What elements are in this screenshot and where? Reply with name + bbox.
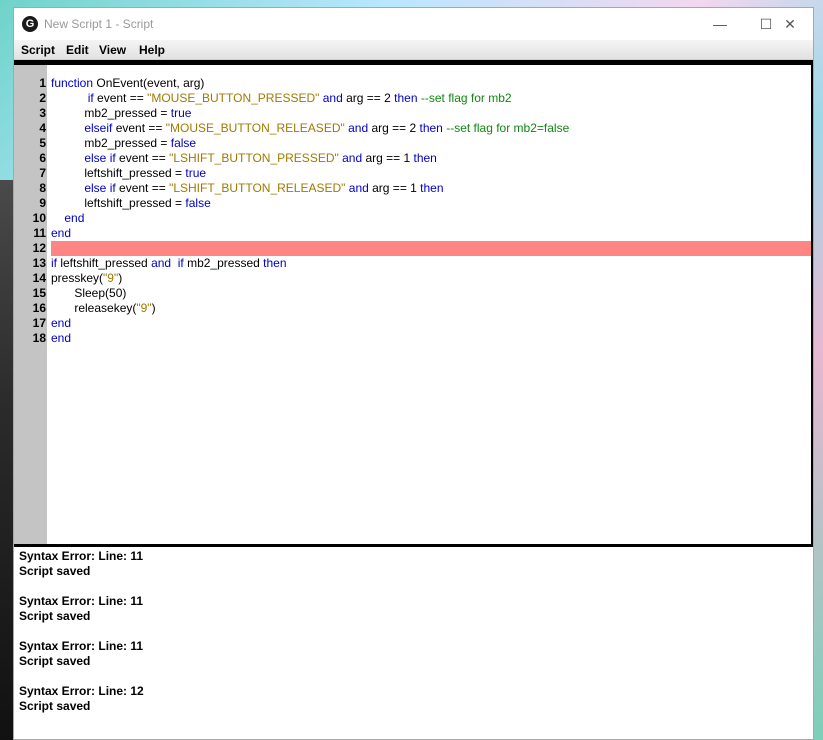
code-text: leftshift_pressed = false — [51, 196, 211, 210]
code-line[interactable]: 11 end — [14, 226, 813, 241]
line-number: 4 — [39, 121, 46, 135]
editor-right-border — [811, 60, 813, 545]
code-text: function OnEvent(event, arg) — [51, 76, 205, 90]
logitech-g-logo-icon: G — [22, 16, 38, 32]
code-text: end — [51, 331, 72, 345]
line-number: 6 — [39, 151, 46, 165]
code-line[interactable]: 2 if event == "MOUSE_BUTTON_PRESSED" and… — [14, 91, 813, 106]
code-line[interactable]: 6 else if event == "LSHIFT_BUTTON_PRESSE… — [14, 151, 813, 166]
error-line-highlight — [51, 241, 813, 256]
output-line: Script saved — [19, 564, 91, 578]
title-bar[interactable]: G New Script 1 - Script — ☐ ✕ — [14, 8, 813, 40]
code-line[interactable]: 17 end — [14, 316, 813, 331]
output-line: Script saved — [19, 609, 91, 623]
code-line[interactable]: 8 else if event == "LSHIFT_BUTTON_RELEAS… — [14, 181, 813, 196]
desktop-background — [0, 180, 14, 740]
code-line[interactable]: 5 mb2_pressed = false — [14, 136, 813, 151]
output-line: Script saved — [19, 699, 91, 713]
line-number: 1 — [39, 76, 46, 90]
code-line[interactable]: 18 end — [14, 331, 813, 346]
line-number: 9 — [39, 196, 46, 210]
menu-help[interactable]: Help — [139, 43, 165, 57]
code-text: if event == "MOUSE_BUTTON_PRESSED" and a… — [87, 91, 512, 105]
code-text: leftshift_pressed = true — [51, 166, 207, 180]
code-line[interactable]: 16 releasekey("9") — [14, 301, 813, 316]
code-text: releasekey("9") — [51, 301, 156, 315]
line-number: 3 — [39, 106, 46, 120]
code-line[interactable]: 15 Sleep(50) — [14, 286, 813, 301]
code-line[interactable]: 7 leftshift_pressed = true — [14, 166, 813, 181]
output-line: Syntax Error: Line: 12 — [19, 684, 144, 698]
line-number: 10 — [32, 211, 46, 225]
code-line[interactable]: 3 mb2_pressed = true — [14, 106, 813, 121]
close-button[interactable]: ✕ — [767, 8, 813, 40]
code-text: else if event == "LSHIFT_BUTTON_RELEASED… — [84, 181, 444, 195]
output-line: Syntax Error: Line: 11 — [19, 549, 144, 563]
line-number: 2 — [39, 91, 46, 105]
line-number: 11 — [33, 226, 46, 240]
code-editor[interactable]: 1 function OnEvent(event, arg) 2 if event … — [14, 65, 813, 544]
line-number: 18 — [32, 331, 46, 345]
line-number: 17 — [32, 316, 46, 330]
code-text: end — [51, 316, 72, 330]
code-text: end — [64, 211, 85, 225]
code-text: elseif event == "MOUSE_BUTTON_RELEASED" … — [84, 121, 570, 135]
line-number: 8 — [39, 181, 46, 195]
code-text: presskey("9") — [51, 271, 123, 285]
script-editor-window: G New Script 1 - Script — ☐ ✕ Script Edi… — [13, 7, 814, 740]
line-number: 16 — [32, 301, 46, 315]
output-line: Syntax Error: Line: 11 — [19, 639, 144, 653]
code-line[interactable]: 12 — [14, 241, 813, 256]
code-text: mb2_pressed = false — [51, 136, 197, 150]
line-number: 15 — [32, 286, 46, 300]
line-number: 14 — [32, 271, 46, 285]
code-text: Sleep(50) — [51, 286, 127, 300]
line-number: 5 — [39, 136, 46, 150]
line-number: 12 — [32, 241, 46, 255]
output-line: Script saved — [19, 654, 91, 668]
code-line[interactable]: 14 presskey("9") — [14, 271, 813, 286]
window-title: New Script 1 - Script — [44, 17, 154, 31]
code-line[interactable]: 9 leftshift_pressed = false — [14, 196, 813, 211]
code-text: else if event == "LSHIFT_BUTTON_PRESSED"… — [84, 151, 437, 165]
code-text: mb2_pressed = true — [51, 106, 192, 120]
menu-script[interactable]: Script — [21, 43, 55, 57]
menu-view[interactable]: View — [99, 43, 126, 57]
code-line[interactable]: 4 elseif event == "MOUSE_BUTTON_RELEASED… — [14, 121, 813, 136]
output-line: Syntax Error: Line: 11 — [19, 594, 144, 608]
code-line[interactable]: 13 if leftshift_pressed and if mb2_presse… — [14, 256, 813, 271]
code-line[interactable]: 10 end — [14, 211, 813, 226]
code-line[interactable]: 1 function OnEvent(event, arg) — [14, 76, 813, 91]
line-number: 7 — [39, 166, 46, 180]
minimize-button[interactable]: — — [697, 8, 743, 40]
menu-bar: Script Edit View Help — [14, 40, 813, 60]
menu-edit[interactable]: Edit — [66, 43, 89, 57]
code-text: end — [51, 226, 72, 240]
line-number: 13 — [32, 256, 46, 270]
output-console: Syntax Error: Line: 11 Script saved Syntax… — [14, 547, 813, 739]
code-text: if leftshift_pressed and if mb2_pressed … — [51, 256, 287, 270]
